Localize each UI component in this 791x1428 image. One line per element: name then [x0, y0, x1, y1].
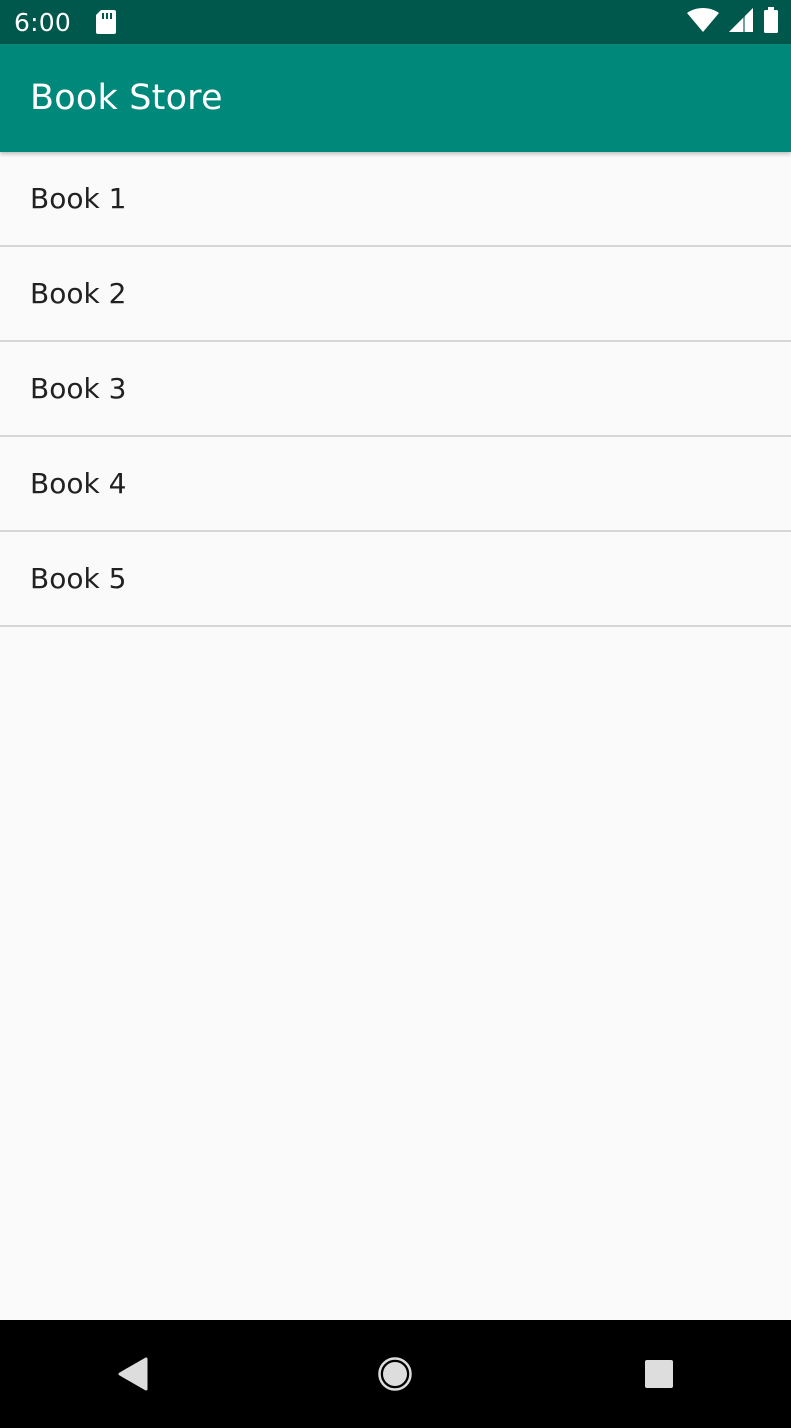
- list-item-book-2[interactable]: Book 2: [0, 247, 791, 342]
- list-item-label: Book 5: [30, 562, 127, 595]
- home-icon: [378, 1357, 413, 1391]
- back-button[interactable]: [92, 1334, 172, 1414]
- list-item-label: Book 1: [30, 182, 127, 215]
- home-button[interactable]: [355, 1334, 435, 1414]
- list-item-book-4[interactable]: Book 4: [0, 437, 791, 532]
- list-item-book-1[interactable]: Book 1: [0, 152, 791, 247]
- sd-card-icon: [95, 9, 117, 35]
- signal-icon: [729, 7, 753, 37]
- book-list: Book 1 Book 2 Book 3 Book 4 Book 5: [0, 152, 791, 627]
- list-item-label: Book 4: [30, 467, 127, 500]
- list-item-book-5[interactable]: Book 5: [0, 532, 791, 627]
- recents-button[interactable]: [619, 1334, 699, 1414]
- status-bar: 6:00: [0, 0, 791, 44]
- app-title: Book Store: [30, 78, 223, 118]
- recents-icon: [645, 1360, 674, 1388]
- back-icon: [118, 1357, 148, 1391]
- app-bar: Book Store: [0, 44, 791, 152]
- list-item-label: Book 3: [30, 372, 127, 405]
- battery-icon: [763, 6, 779, 38]
- list-item-label: Book 2: [30, 277, 127, 310]
- list-item-book-3[interactable]: Book 3: [0, 342, 791, 437]
- wifi-icon: [687, 7, 719, 37]
- navigation-bar: [0, 1320, 791, 1428]
- status-time: 6:00: [14, 7, 71, 37]
